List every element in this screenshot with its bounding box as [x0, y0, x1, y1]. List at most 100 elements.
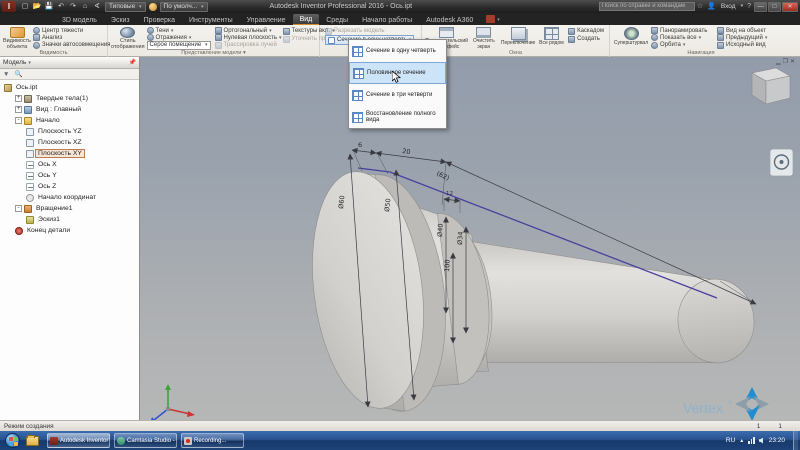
axis-icon — [26, 171, 34, 180]
tree-item[interactable]: Плоскость YZ — [0, 126, 139, 137]
close-button[interactable]: ✕ — [782, 1, 798, 12]
menu-item-half-section[interactable]: Половинное сечение — [349, 62, 446, 84]
tree-item-label: Ось X — [38, 161, 57, 168]
zoom-all-button[interactable]: Показать все ▾ — [651, 34, 713, 42]
show-hidden-icons-icon[interactable]: ▲ — [739, 438, 744, 444]
tab-проверка[interactable]: Проверка — [137, 15, 182, 25]
tab-среды[interactable]: Среды — [319, 15, 355, 25]
taskbar-button-inventor[interactable]: Autodesk Inventor Pr... — [47, 433, 110, 448]
clean-screen-button[interactable]: Очистить экран — [468, 26, 499, 50]
new-window-button[interactable]: Создать — [568, 35, 604, 43]
tree-item[interactable]: Начало координат — [0, 192, 139, 203]
tree-item[interactable]: Плоскость XY — [0, 148, 139, 159]
tree-item[interactable]: Ось Y — [0, 170, 139, 181]
show-desktop-button[interactable] — [793, 431, 798, 450]
tree-item[interactable]: Плоскость XZ — [0, 137, 139, 148]
tab-эскиз[interactable]: Эскиз — [104, 15, 137, 25]
tree-item[interactable]: - Вращение1 — [0, 203, 139, 214]
steering-wheel-button[interactable]: Суперштурвал — [613, 26, 649, 50]
undo-icon[interactable]: ↶ — [56, 2, 66, 11]
tree-item[interactable]: Конец детали — [0, 225, 139, 236]
shadows-button[interactable]: Тени ▾ — [146, 27, 211, 34]
tab-autodesk-a360[interactable]: Autodesk A360 — [419, 15, 480, 25]
star-icon[interactable]: ☆ — [697, 0, 703, 13]
pin-icon[interactable]: 📌 — [129, 59, 136, 66]
user-icon[interactable]: 👤 — [707, 0, 716, 13]
network-icon[interactable] — [748, 437, 755, 444]
tree-item[interactable]: + Вид : Главный — [0, 104, 139, 115]
switch-windows-button[interactable]: Переключение — [499, 26, 536, 50]
center-of-gravity-button[interactable]: Центр тяжести — [33, 27, 110, 35]
menu-item-three-quarter-section[interactable]: Сечение в три четверти — [349, 84, 446, 106]
look-at-button[interactable]: Вид на объект — [717, 27, 767, 35]
home-view-button[interactable]: Исходный вид — [717, 41, 767, 49]
sign-in-link[interactable]: Вход — [721, 3, 736, 10]
navigation-bar[interactable] — [769, 148, 794, 177]
measure-icon[interactable]: ∢ — [92, 2, 102, 11]
speaker-icon[interactable] — [758, 437, 763, 444]
chevron-down-icon[interactable]: ▾ — [741, 0, 744, 13]
orbit-button[interactable]: Орбита ▾ — [651, 41, 713, 49]
imate-glyphs-button[interactable]: Значки автосовмещения — [33, 41, 110, 49]
explorer-folder-icon[interactable] — [26, 434, 39, 446]
language-indicator[interactable]: RU — [726, 437, 735, 444]
tree-expander[interactable]: + — [15, 106, 22, 113]
clock[interactable]: 23:20 — [769, 437, 785, 444]
tree-item[interactable]: + Твердые тела(1) — [0, 93, 139, 104]
minimize-button[interactable]: — — [754, 1, 767, 12]
tree-expander[interactable]: - — [15, 117, 22, 124]
tree-item[interactable]: Ось Z — [0, 181, 139, 192]
menu-item-restore-full-view[interactable]: Восстановление полного вида — [349, 106, 446, 128]
tree-item[interactable]: Ось.ipt — [0, 82, 139, 93]
new-window-icon — [568, 35, 576, 43]
environment-combo[interactable]: Серое помещение ▾ — [146, 40, 211, 50]
appearance-ball-icon[interactable] — [148, 2, 157, 11]
cascade-button[interactable]: Каскадом — [568, 27, 604, 35]
tab-extra-icon[interactable] — [486, 15, 496, 23]
analysis-button[interactable]: Анализ — [33, 34, 110, 42]
3d-viewport[interactable]: ▁❐✕ 6 20 (62) Ø60 Ø50 Ø40 Ø34 12 100 Ver… — [140, 57, 800, 420]
tab-вид[interactable]: Вид — [292, 14, 320, 25]
tree-expander[interactable]: - — [15, 205, 22, 212]
taskbar-button-camtasia[interactable]: Camtasia Studio - Se... — [114, 433, 177, 448]
inventor-logo[interactable]: I — [2, 1, 16, 12]
orthographic-button[interactable]: Ортогональный ▾ — [214, 27, 279, 35]
tree-item[interactable]: - Начало — [0, 115, 139, 126]
filter-icon[interactable]: ▼ — [3, 71, 9, 78]
model-scene: 6 20 (62) Ø60 Ø50 Ø40 Ø34 12 100 Vertex — [151, 67, 794, 420]
tab-инструменты[interactable]: Инструменты — [182, 15, 240, 25]
menu-item-quarter-section[interactable]: Сечение в одну четверть — [349, 40, 446, 62]
display-style-button[interactable]: Стиль отображения — [111, 26, 145, 50]
tree-item[interactable]: Эскиз1 — [0, 214, 139, 225]
open-icon[interactable]: 📂 — [32, 2, 42, 11]
start-button[interactable] — [5, 433, 20, 448]
new-icon[interactable]: ▢ — [20, 2, 30, 11]
tree-item-label: Вращение1 — [36, 205, 73, 212]
chevron-down-icon[interactable]: ▾ — [497, 17, 500, 23]
taskbar-button-recording[interactable]: Recording... — [181, 433, 244, 448]
home-icon[interactable]: ⌂ — [80, 2, 90, 11]
tile-windows-button[interactable]: Все рядом — [537, 26, 566, 50]
search-input[interactable]: Поиск по справке и командам — [598, 2, 695, 11]
appearance-combo[interactable]: По умолч... ▾ — [159, 1, 208, 12]
help-icon[interactable]: ? — [747, 0, 751, 13]
maximize-button[interactable]: □ — [768, 1, 781, 12]
ground-plane-button[interactable]: Нулевая плоскость ▾ — [214, 34, 282, 42]
shaft-model[interactable] — [300, 165, 759, 417]
object-visibility-button[interactable]: Видимость объекта — [3, 26, 31, 50]
chevron-down-icon[interactable]: ▾ — [28, 60, 31, 66]
plane-icon — [26, 138, 34, 147]
material-combo[interactable]: Типовые ▾ — [105, 1, 146, 12]
search-binoculars-icon[interactable]: 🔍 — [14, 70, 22, 78]
redo-icon[interactable]: ↷ — [68, 2, 78, 11]
save-icon[interactable]: 💾 — [44, 2, 54, 11]
pan-button[interactable]: Панорамировать — [651, 27, 713, 35]
tree-expander[interactable]: + — [15, 95, 22, 102]
browser-header[interactable]: Модель ▾ 📌 — [0, 57, 139, 69]
tab-управление[interactable]: Управление — [240, 15, 293, 25]
previous-view-button[interactable]: Предыдущий ▾ — [717, 34, 767, 42]
tree-item[interactable]: Ось X — [0, 159, 139, 170]
tab-3d-модель[interactable]: 3D модель — [55, 15, 104, 25]
view-cube[interactable] — [751, 67, 791, 105]
tab-начало-работы[interactable]: Начало работы — [355, 15, 419, 25]
